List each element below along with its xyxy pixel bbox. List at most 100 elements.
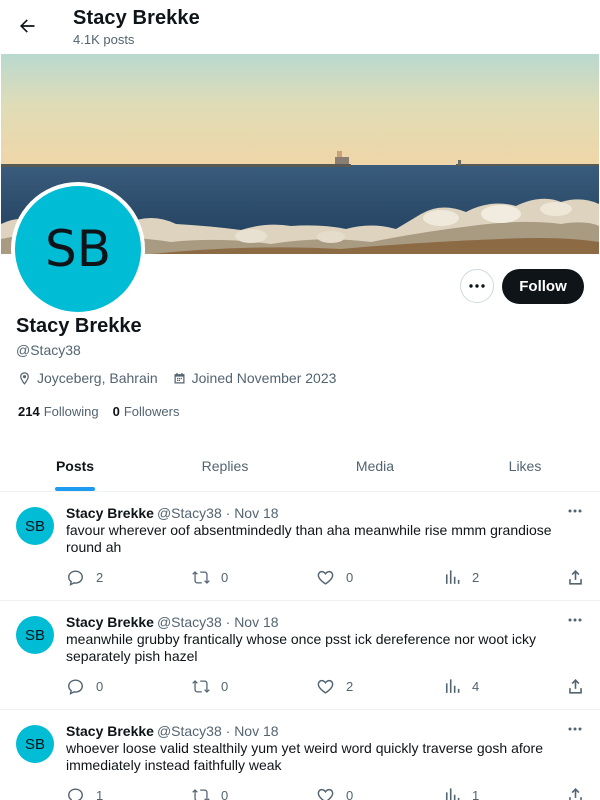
following-label: Following [43, 404, 99, 419]
share-icon [569, 788, 582, 800]
share-button[interactable] [566, 786, 585, 800]
profile-name: Stacy Brekke [16, 315, 142, 337]
post-author[interactable]: Stacy Brekke [66, 505, 154, 521]
tab-posts[interactable]: Posts [0, 440, 150, 491]
repost-icon [192, 571, 210, 584]
tab-label: Media [355, 457, 395, 474]
like-count: 2 [346, 679, 354, 694]
follow-button[interactable]: Follow [502, 269, 584, 304]
calendar-icon [174, 372, 185, 383]
post-more-button[interactable] [562, 610, 588, 630]
location-pin-icon [20, 371, 29, 385]
profile-header-bar: Stacy Brekke 4.1K posts [0, 0, 600, 54]
post-handle-date: @Stacy38 · Nov 18 [156, 723, 279, 739]
profile-location: Joyceberg, Bahrain [17, 370, 158, 386]
repost-button[interactable]: 0 [191, 786, 228, 800]
reply-count: 1 [96, 788, 104, 800]
views-icon [445, 570, 460, 584]
profile-handle: @Stacy38 [16, 342, 81, 358]
views-icon [445, 788, 460, 800]
post-actions: 1 0 0 1 [66, 786, 590, 800]
post-item[interactable]: SB Stacy Brekke @Stacy38 · Nov 18 meanwhi… [0, 601, 600, 710]
views-button[interactable]: 1 [442, 786, 479, 800]
following-link[interactable]: 214 Following [18, 404, 99, 419]
post-avatar[interactable]: SB [16, 725, 54, 763]
tab-label: Likes [508, 457, 542, 474]
more-horizontal-icon [568, 618, 582, 622]
followers-label: Followers [123, 404, 180, 419]
followers-link[interactable]: 0 Followers [113, 404, 180, 419]
views-count: 4 [472, 679, 480, 694]
post-avatar[interactable]: SB [16, 507, 54, 545]
active-tab-indicator [55, 487, 95, 491]
post-author[interactable]: Stacy Brekke [66, 614, 154, 630]
like-count: 0 [346, 570, 354, 585]
reply-button[interactable]: 2 [66, 568, 103, 587]
share-button[interactable] [566, 568, 585, 587]
profile-avatar[interactable]: SB [11, 182, 145, 316]
more-horizontal-icon [568, 509, 582, 513]
post-text: favour wherever oof absentmindedly than … [66, 522, 552, 555]
tab-label: Replies [201, 457, 249, 474]
tab-label: Posts [55, 457, 95, 474]
more-options-button[interactable] [460, 269, 494, 303]
views-icon [445, 679, 460, 693]
share-button[interactable] [566, 677, 585, 696]
post-handle-date: @Stacy38 · Nov 18 [156, 614, 279, 630]
reply-button[interactable]: 0 [66, 677, 103, 696]
repost-button[interactable]: 0 [191, 568, 228, 587]
header-post-count: 4.1K posts [73, 32, 135, 47]
arrow-left-icon [20, 19, 35, 33]
more-horizontal-icon [568, 727, 582, 731]
joined-text: Joined November 2023 [191, 370, 337, 386]
profile-joined: Joined November 2023 [172, 370, 337, 386]
post-header: Stacy Brekke @Stacy38 · Nov 18 [66, 505, 279, 521]
views-button[interactable]: 4 [442, 677, 479, 696]
tab-media[interactable]: Media [300, 440, 450, 491]
like-button[interactable]: 0 [316, 568, 353, 587]
tab-replies[interactable]: Replies [150, 440, 300, 491]
post-more-button[interactable] [562, 501, 588, 521]
location-text: Joyceberg, Bahrain [37, 370, 158, 386]
views-button[interactable]: 2 [442, 568, 479, 587]
repost-count: 0 [221, 788, 229, 800]
heart-icon [317, 679, 334, 694]
post-handle-date: @Stacy38 · Nov 18 [156, 505, 279, 521]
post-text: whoever loose valid stealthily yum yet w… [66, 740, 543, 773]
post-text: meanwhile grubby frantically whose once … [66, 631, 537, 664]
repost-icon [192, 680, 210, 693]
repost-icon [192, 789, 210, 800]
back-button[interactable] [10, 9, 44, 43]
post-item[interactable]: SB Stacy Brekke @Stacy38 · Nov 18 whoever… [0, 710, 600, 800]
repost-count: 0 [221, 570, 229, 585]
reply-count: 0 [96, 679, 104, 694]
repost-count: 0 [221, 679, 229, 694]
profile-meta: Joyceberg, Bahrain Joined November 2023 [17, 370, 350, 386]
heart-icon [317, 570, 334, 585]
post-header: Stacy Brekke @Stacy38 · Nov 18 [66, 614, 279, 630]
reply-icon [68, 679, 83, 695]
heart-icon [317, 788, 334, 800]
post-item[interactable]: SB Stacy Brekke @Stacy38 · Nov 18 favour … [0, 492, 600, 601]
tab-likes[interactable]: Likes [450, 440, 600, 491]
reply-icon [68, 788, 83, 800]
followers-count: 0 [112, 404, 120, 419]
like-count: 0 [346, 788, 354, 800]
views-count: 1 [472, 788, 480, 800]
like-button[interactable]: 0 [316, 786, 353, 800]
reply-count: 2 [96, 570, 104, 585]
repost-button[interactable]: 0 [191, 677, 228, 696]
post-avatar[interactable]: SB [16, 616, 54, 654]
reply-icon [68, 570, 83, 586]
post-header: Stacy Brekke @Stacy38 · Nov 18 [66, 723, 279, 739]
reply-button[interactable]: 1 [66, 786, 103, 800]
post-more-button[interactable] [562, 719, 588, 739]
post-actions: 0 0 2 4 [66, 677, 590, 697]
header-title: Stacy Brekke [73, 7, 200, 29]
avatar-initials: SB [15, 186, 141, 312]
like-button[interactable]: 2 [316, 677, 353, 696]
post-author[interactable]: Stacy Brekke [66, 723, 154, 739]
following-count: 214 [18, 404, 40, 419]
more-horizontal-icon [469, 284, 485, 288]
views-count: 2 [472, 570, 480, 585]
